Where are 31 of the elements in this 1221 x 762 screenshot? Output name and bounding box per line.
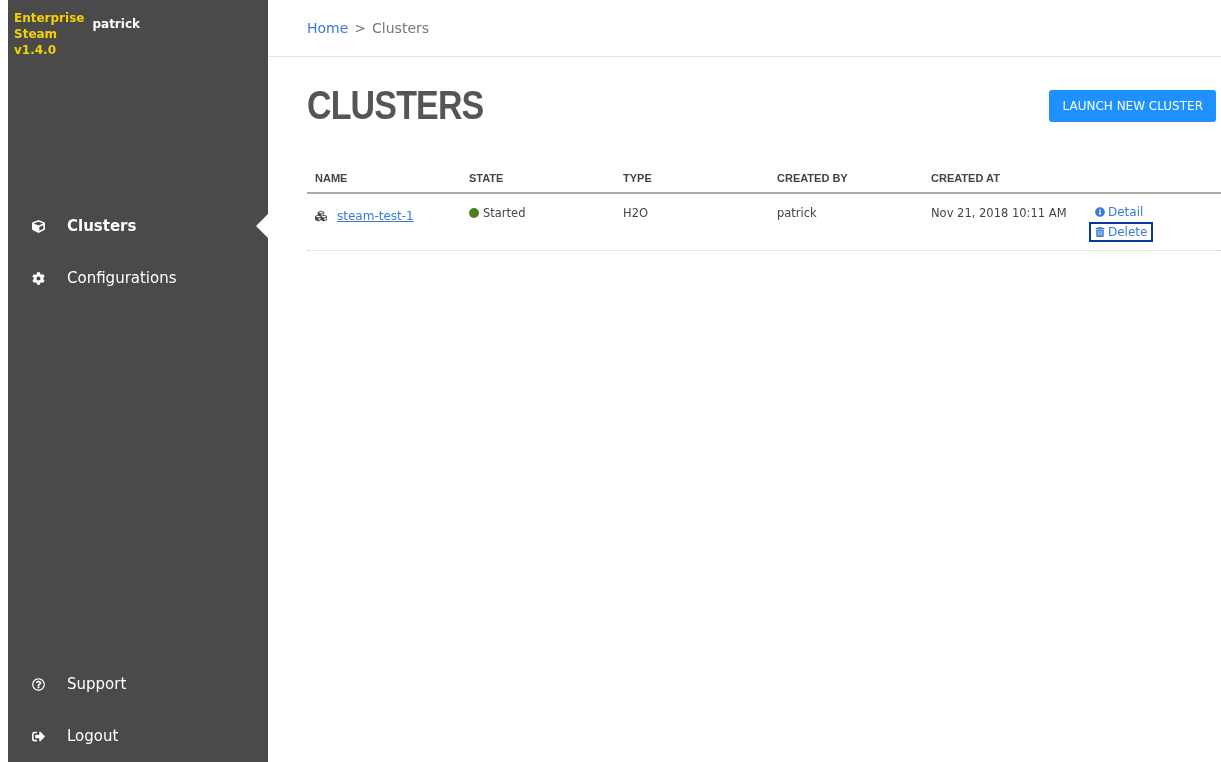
table-cell-text: H2O: [623, 206, 650, 220]
logout-icon: [32, 729, 45, 743]
cubes-icon: [315, 210, 327, 222]
table-cell: Started: [483, 206, 526, 220]
sidebar-item[interactable]: Clusters: [8, 200, 268, 252]
cluster-link[interactable]: steam-test-1: [331, 206, 420, 226]
sidebar-item[interactable]: Support: [8, 658, 268, 710]
launch-cluster-button[interactable]: LAUNCH NEW CLUSTER: [1049, 89, 1216, 122]
column-header: CREATED AT: [931, 172, 1001, 184]
column-header: TYPE: [623, 172, 653, 184]
table-cell-text: Nov 21, 2018 10:11 AM: [931, 206, 1068, 220]
breadcrumb-link[interactable]: Home: [307, 20, 349, 36]
delete-link[interactable]: Delete: [1089, 222, 1154, 242]
sidebar-item[interactable]: Logout: [8, 710, 268, 762]
page-title: CLUSTERS: [307, 83, 484, 128]
detail-link[interactable]: Detail: [1089, 202, 1150, 222]
user-name: patrick: [92, 17, 140, 33]
column-header: CREATED BY: [777, 172, 849, 184]
sidebar-item[interactable]: Configurations: [8, 252, 268, 304]
gear-icon: [32, 271, 45, 285]
breadcrumb-current: Clusters: [372, 20, 430, 36]
column-header: NAME: [315, 172, 349, 184]
table-cell-text: patrick: [777, 206, 818, 220]
trash-icon: [1095, 227, 1105, 237]
breadcrumb-separator: >: [354, 20, 367, 36]
info-icon: [1095, 207, 1105, 217]
help-icon: [32, 677, 45, 691]
cube-icon: [32, 219, 45, 233]
selection-pointer: [256, 214, 268, 238]
brand-name: Enterprise Steam v1.4.0: [14, 10, 85, 59]
column-header: STATE: [469, 172, 505, 184]
